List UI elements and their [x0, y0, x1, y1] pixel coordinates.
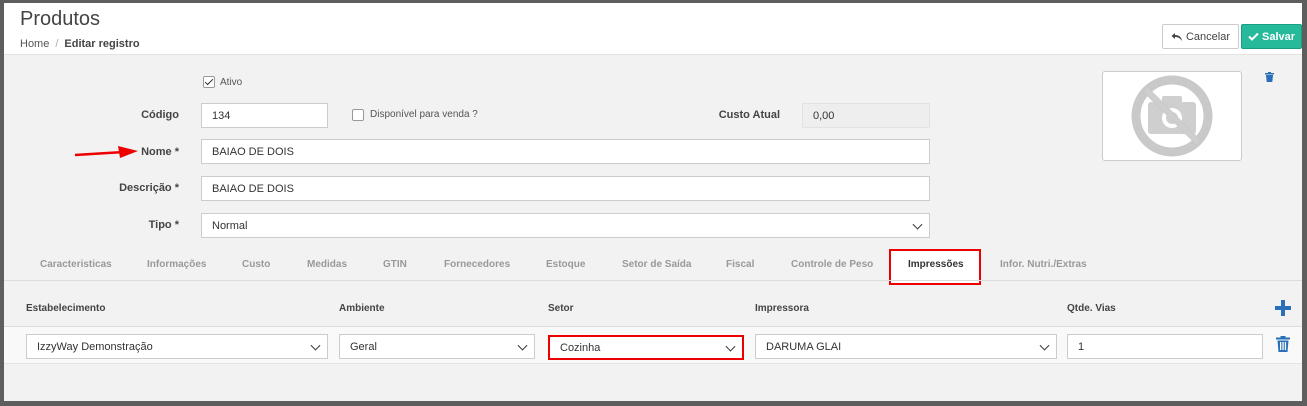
- col-setor: Setor: [548, 303, 574, 314]
- col-estabelecimento: Estabelecimento: [26, 303, 106, 314]
- chevron-down-icon: [1039, 340, 1050, 351]
- tab-bar: Caracteristicas Informações Custo Medida…: [4, 249, 1302, 281]
- estabelecimento-select[interactable]: IzzyWay Demonstração: [26, 334, 328, 359]
- ativo-checkbox[interactable]: [203, 76, 215, 88]
- save-button-label: Salvar: [1261, 30, 1296, 43]
- descricao-label: Descrição *: [119, 182, 179, 194]
- tipo-select-value: Normal: [212, 219, 248, 232]
- add-row-icon[interactable]: [1275, 300, 1291, 316]
- custo-atual-input: 0,00: [802, 103, 930, 128]
- col-impressora: Impressora: [755, 303, 809, 314]
- chevron-down-icon: [517, 340, 528, 351]
- impressora-select[interactable]: DARUMA GLAI: [755, 334, 1057, 359]
- product-photo[interactable]: [1102, 71, 1242, 161]
- qtde-vias-input[interactable]: 1: [1067, 334, 1263, 359]
- chevron-down-icon: [310, 340, 321, 351]
- tipo-select[interactable]: Normal: [201, 213, 930, 238]
- col-ambiente: Ambiente: [339, 303, 385, 314]
- tab-estoque[interactable]: Estoque: [546, 259, 585, 270]
- tab-fiscal[interactable]: Fiscal: [726, 259, 754, 270]
- tab-setor-de-saida[interactable]: Setor de Saída: [622, 259, 691, 270]
- breadcrumb-current: Editar registro: [64, 38, 140, 50]
- tipo-label: Tipo *: [148, 219, 179, 231]
- check-icon: [1248, 32, 1259, 41]
- tab-fornecedores[interactable]: Fornecedores: [444, 259, 510, 270]
- tab-custo[interactable]: Custo: [242, 259, 270, 270]
- breadcrumb-separator: /: [55, 38, 59, 50]
- page-header: Produtos Home / Editar registro Cancelar S…: [4, 3, 1302, 55]
- app-frame: Produtos Home / Editar registro Cancelar S…: [4, 3, 1302, 401]
- estabelecimento-value: IzzyWay Demonstração: [37, 340, 153, 353]
- col-qtde-vias: Qtde. Vias: [1067, 303, 1116, 314]
- tab-informacoes[interactable]: Informações: [147, 259, 206, 270]
- descricao-input[interactable]: BAIAO DE DOIS: [201, 176, 930, 201]
- tab-controle-de-peso[interactable]: Controle de Peso: [791, 259, 873, 270]
- chevron-down-icon: [725, 341, 736, 352]
- chevron-down-icon: [912, 219, 923, 230]
- disponivel-checkbox[interactable]: [352, 109, 364, 121]
- disponivel-label: Disponível para venda ?: [370, 109, 478, 120]
- delete-row-icon[interactable]: [1276, 336, 1290, 352]
- undo-icon: [1171, 32, 1182, 41]
- tab-gtin[interactable]: GTIN: [383, 259, 407, 270]
- ativo-label: Ativo: [220, 77, 243, 88]
- nome-input[interactable]: BAIAO DE DOIS: [201, 139, 930, 164]
- setor-select[interactable]: Cozinha: [548, 335, 744, 360]
- cancel-button-label: Cancelar: [1185, 30, 1231, 43]
- breadcrumb-home[interactable]: Home: [20, 38, 49, 50]
- no-camera-icon: [1131, 75, 1213, 157]
- impressora-value: DARUMA GLAI: [766, 340, 842, 353]
- codigo-label: Código: [141, 109, 179, 121]
- tab-infor-nutri-extras[interactable]: Infor. Nutri./Extras: [1000, 259, 1087, 270]
- tab-medidas[interactable]: Medidas: [307, 259, 347, 270]
- tab-impressoes[interactable]: Impressões: [908, 259, 964, 270]
- save-button[interactable]: Salvar: [1241, 24, 1302, 49]
- setor-value: Cozinha: [560, 341, 601, 354]
- custo-atual-label: Custo Atual: [718, 109, 780, 121]
- tab-caracteristicas[interactable]: Caracteristicas: [40, 259, 112, 270]
- page-title: Produtos: [20, 8, 101, 30]
- breadcrumb: Home / Editar registro: [20, 38, 140, 50]
- photo-delete-icon[interactable]: [1265, 72, 1274, 82]
- cancel-button[interactable]: Cancelar: [1162, 24, 1239, 49]
- ambiente-value: Geral: [350, 340, 377, 353]
- ambiente-select[interactable]: Geral: [339, 334, 535, 359]
- nome-label: Nome *: [141, 146, 179, 158]
- codigo-input[interactable]: 134: [201, 103, 328, 128]
